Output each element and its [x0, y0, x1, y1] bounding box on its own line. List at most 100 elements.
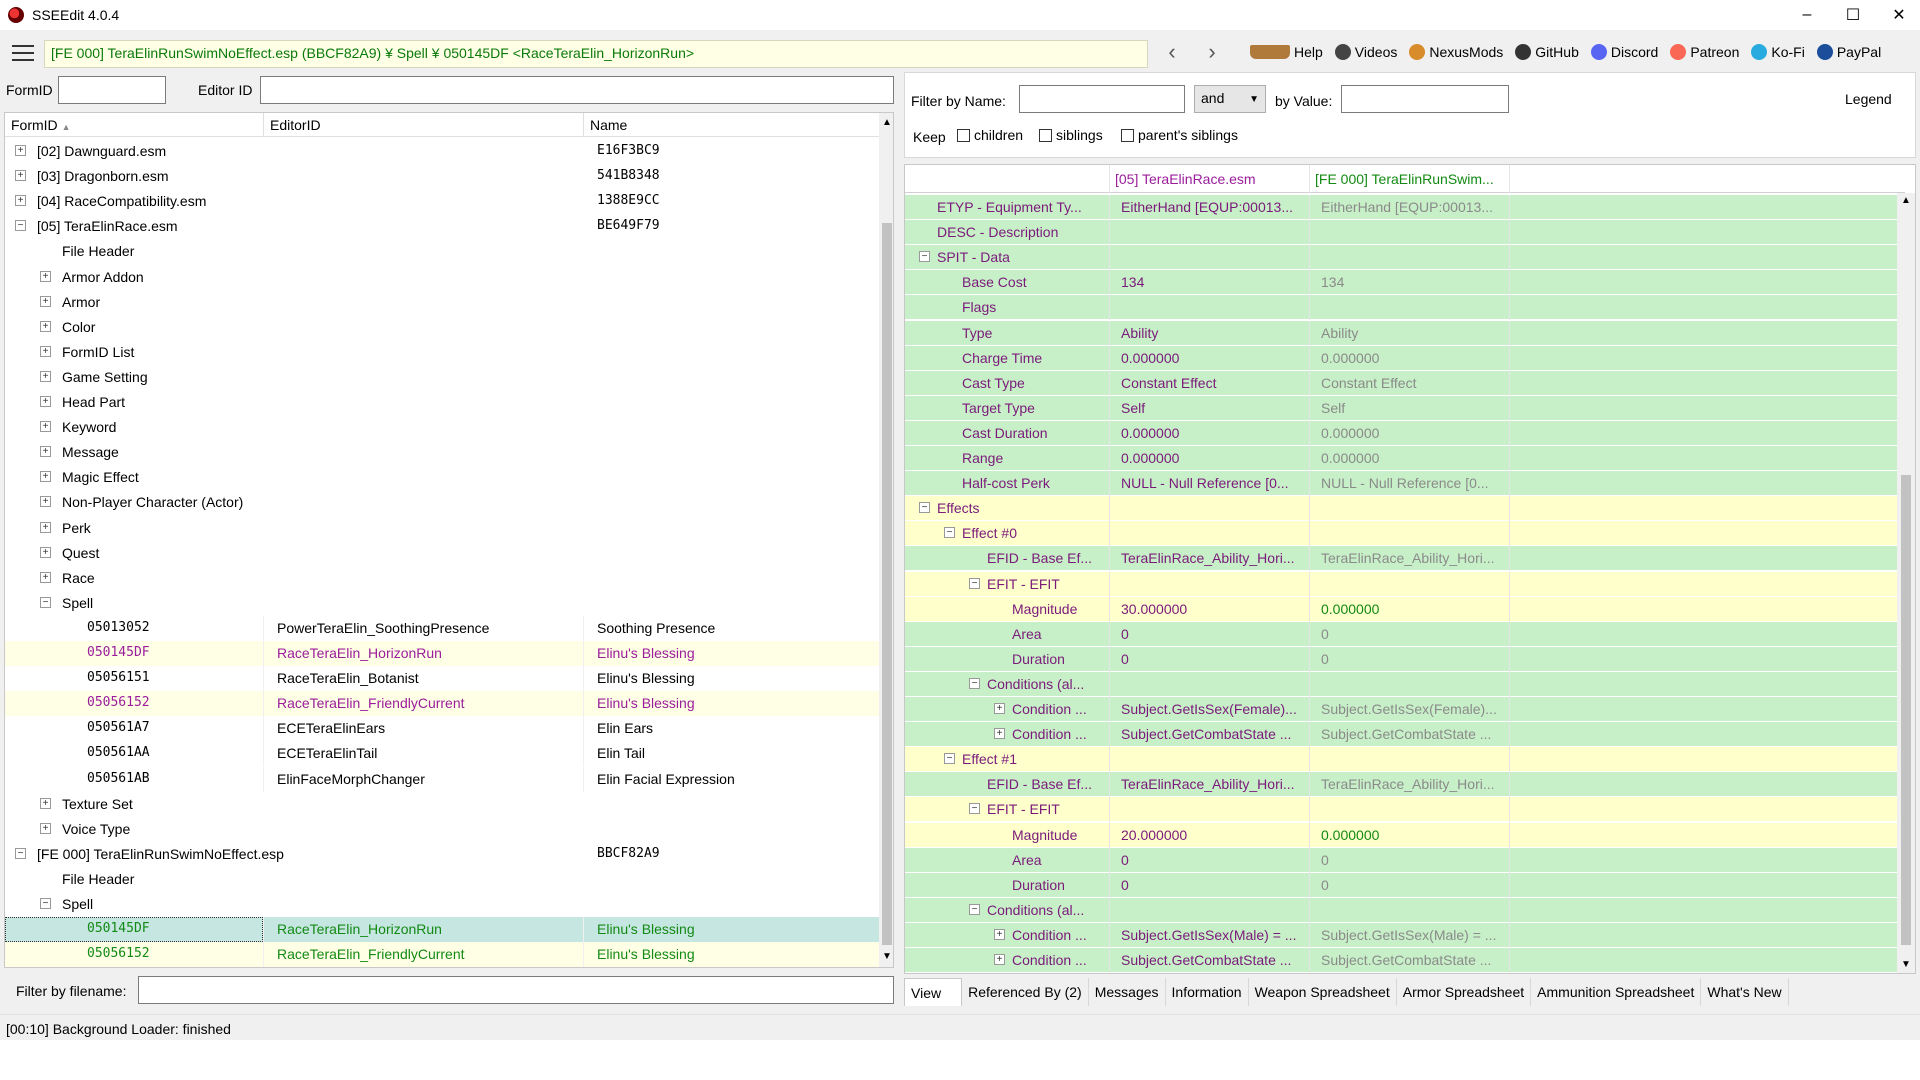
- expand-icon[interactable]: +: [15, 145, 26, 156]
- tab-information[interactable]: Information: [1166, 978, 1249, 1006]
- tree-row[interactable]: 05056152 RaceTeraElin_FriendlyCurrent Elin…: [5, 691, 879, 717]
- record-field-row[interactable]: Magnitude 30.000000 0.000000: [905, 596, 1897, 622]
- toolbar-link-patreon[interactable]: Patreon: [1670, 44, 1739, 60]
- expand-icon[interactable]: +: [994, 728, 1005, 740]
- tree-row[interactable]: + Race: [5, 566, 879, 591]
- toolbar-link-nexusmods[interactable]: NexusMods: [1409, 44, 1503, 60]
- collapse-icon[interactable]: −: [969, 677, 980, 689]
- scroll-down-icon[interactable]: ▼: [882, 951, 892, 962]
- record-field-row[interactable]: Magnitude 20.000000 0.000000: [905, 822, 1897, 848]
- column-editorid[interactable]: EditorID: [270, 117, 321, 133]
- record-field-row[interactable]: ETYP - Equipment Ty... EitherHand [EQUP:0…: [905, 195, 1897, 220]
- expand-icon[interactable]: +: [40, 421, 51, 433]
- expand-icon[interactable]: +: [40, 446, 51, 458]
- column-override-file[interactable]: [FE 000] TeraElinRunSwim...: [1315, 171, 1494, 187]
- tree-row[interactable]: 05013052 PowerTeraElin_SoothingPresence So…: [5, 615, 879, 641]
- filter-name-input[interactable]: [1019, 85, 1185, 113]
- toolbar-link-github[interactable]: GitHub: [1515, 44, 1579, 60]
- record-field-row[interactable]: − Effect #0: [905, 521, 1897, 547]
- record-field-row[interactable]: Target Type Self Self: [905, 395, 1897, 421]
- toolbar-link-label[interactable]: PayPal: [1837, 44, 1881, 60]
- record-field-row[interactable]: Cast Type Constant Effect Constant Effect: [905, 370, 1897, 396]
- tree-row[interactable]: 05056151 RaceTeraElin_Botanist Elinu's Ble…: [5, 666, 879, 692]
- toolbar-link-videos[interactable]: Videos: [1334, 44, 1398, 60]
- grid-scroll-thumb[interactable]: [1901, 475, 1911, 945]
- close-button[interactable]: ✕: [1876, 0, 1920, 30]
- tree-row[interactable]: File Header: [5, 867, 879, 892]
- maximize-button[interactable]: ☐: [1830, 0, 1876, 30]
- tree-row[interactable]: + Voice Type: [5, 817, 879, 842]
- record-field-row[interactable]: Half-cost Perk NULL - Null Reference [0..…: [905, 471, 1897, 497]
- expand-icon[interactable]: +: [40, 797, 51, 809]
- toolbar-link-ko-fi[interactable]: Ko-Fi: [1751, 44, 1805, 60]
- tab-weapon-spreadsheet[interactable]: Weapon Spreadsheet: [1249, 978, 1397, 1006]
- expand-icon[interactable]: +: [40, 471, 51, 483]
- expand-icon[interactable]: +: [15, 170, 26, 182]
- record-field-row[interactable]: Charge Time 0.000000 0.000000: [905, 345, 1897, 371]
- toolbar-link-discord[interactable]: Discord: [1590, 44, 1658, 60]
- tree-row[interactable]: 050145DF RaceTeraElin_HorizonRun Elinu's B…: [5, 917, 879, 943]
- toolbar-link-label[interactable]: Ko-Fi: [1771, 44, 1804, 60]
- tree-row[interactable]: + Perk: [5, 516, 879, 541]
- editorid-input[interactable]: [260, 76, 894, 104]
- record-field-row[interactable]: − Conditions (al...: [905, 897, 1897, 923]
- tree-scrollbar[interactable]: ▲ ▼: [879, 113, 893, 967]
- tree-row[interactable]: 050145DF RaceTeraElin_HorizonRun Elinu's B…: [5, 641, 879, 666]
- collapse-icon[interactable]: −: [969, 577, 980, 589]
- column-name[interactable]: Name: [590, 117, 627, 133]
- tab-ammunition-spreadsheet[interactable]: Ammunition Spreadsheet: [1531, 978, 1702, 1006]
- tree-row[interactable]: + [03] Dragonborn.esm 541B8348: [5, 164, 879, 189]
- expand-icon[interactable]: +: [994, 703, 1005, 714]
- expand-icon[interactable]: +: [40, 496, 51, 508]
- record-field-row[interactable]: EFID - Base Ef... TeraElinRace_Ability_Ho…: [905, 772, 1897, 798]
- record-field-row[interactable]: Area 0 0: [905, 847, 1897, 873]
- collapse-icon[interactable]: −: [919, 251, 930, 263]
- toolbar-link-label[interactable]: Videos: [1355, 44, 1398, 60]
- collapse-icon[interactable]: −: [944, 753, 955, 765]
- toolbar-link-label[interactable]: Help: [1294, 44, 1323, 60]
- collapse-icon[interactable]: −: [40, 596, 51, 608]
- record-field-row[interactable]: − EFIT - EFIT: [905, 571, 1897, 597]
- expand-icon[interactable]: +: [40, 546, 51, 558]
- forward-button[interactable]: ›: [1200, 41, 1224, 66]
- collapse-icon[interactable]: −: [15, 847, 26, 859]
- filter-filename-input[interactable]: [138, 976, 894, 1004]
- expand-icon[interactable]: +: [40, 270, 51, 282]
- expand-icon[interactable]: +: [40, 320, 51, 332]
- legend-button[interactable]: Legend: [1845, 91, 1892, 107]
- expand-icon[interactable]: +: [994, 954, 1005, 965]
- tree-row[interactable]: − [05] TeraElinRace.esm BE649F79: [5, 214, 879, 239]
- keep-siblings-checkbox[interactable]: siblings: [1039, 127, 1103, 143]
- record-field-row[interactable]: Range 0.000000 0.000000: [905, 446, 1897, 471]
- grid-scrollbar[interactable]: ▲ ▼: [1897, 193, 1915, 973]
- tree-row[interactable]: + Armor Addon: [5, 265, 879, 290]
- menu-icon[interactable]: [12, 45, 34, 61]
- tree-row[interactable]: + Game Setting: [5, 365, 879, 390]
- toolbar-link-help[interactable]: Help: [1250, 44, 1323, 60]
- toolbar-link-paypal[interactable]: PayPal: [1816, 44, 1881, 60]
- record-tree[interactable]: FormID ▲ EditorID Name + [02] Dawnguard.e…: [4, 112, 894, 968]
- tree-row[interactable]: + Head Part: [5, 390, 879, 415]
- tree-row[interactable]: + Color: [5, 315, 879, 340]
- toolbar-link-label[interactable]: GitHub: [1535, 44, 1579, 60]
- record-field-row[interactable]: DESC - Description: [905, 220, 1897, 246]
- collapse-icon[interactable]: −: [969, 803, 980, 815]
- record-field-row[interactable]: + Condition ... Subject.GetIsSex(Female)..…: [905, 697, 1897, 722]
- scroll-up-icon[interactable]: ▲: [1901, 195, 1911, 206]
- record-field-row[interactable]: Duration 0 0: [905, 646, 1897, 672]
- expand-icon[interactable]: +: [40, 370, 51, 382]
- record-field-row[interactable]: − SPIT - Data: [905, 245, 1897, 271]
- scroll-up-icon[interactable]: ▲: [882, 117, 892, 128]
- toolbar-link-label[interactable]: Discord: [1611, 44, 1658, 60]
- keep-children-checkbox[interactable]: children: [957, 127, 1023, 143]
- expand-icon[interactable]: +: [994, 928, 1005, 940]
- tree-row[interactable]: + Texture Set: [5, 792, 879, 817]
- collapse-icon[interactable]: −: [969, 903, 980, 915]
- record-field-row[interactable]: + Condition ... Subject.GetCombatState ...…: [905, 722, 1897, 748]
- record-field-row[interactable]: + Condition ... Subject.GetCombatState ...…: [905, 948, 1897, 973]
- record-field-row[interactable]: EFID - Base Ef... TeraElinRace_Ability_Ho…: [905, 546, 1897, 572]
- scroll-down-icon[interactable]: ▼: [1901, 959, 1911, 970]
- and-or-select[interactable]: and ▼: [1194, 85, 1266, 113]
- tree-row[interactable]: File Header: [5, 239, 879, 264]
- tree-row[interactable]: 050561AB ElinFaceMorphChanger Elin Facial …: [5, 766, 879, 792]
